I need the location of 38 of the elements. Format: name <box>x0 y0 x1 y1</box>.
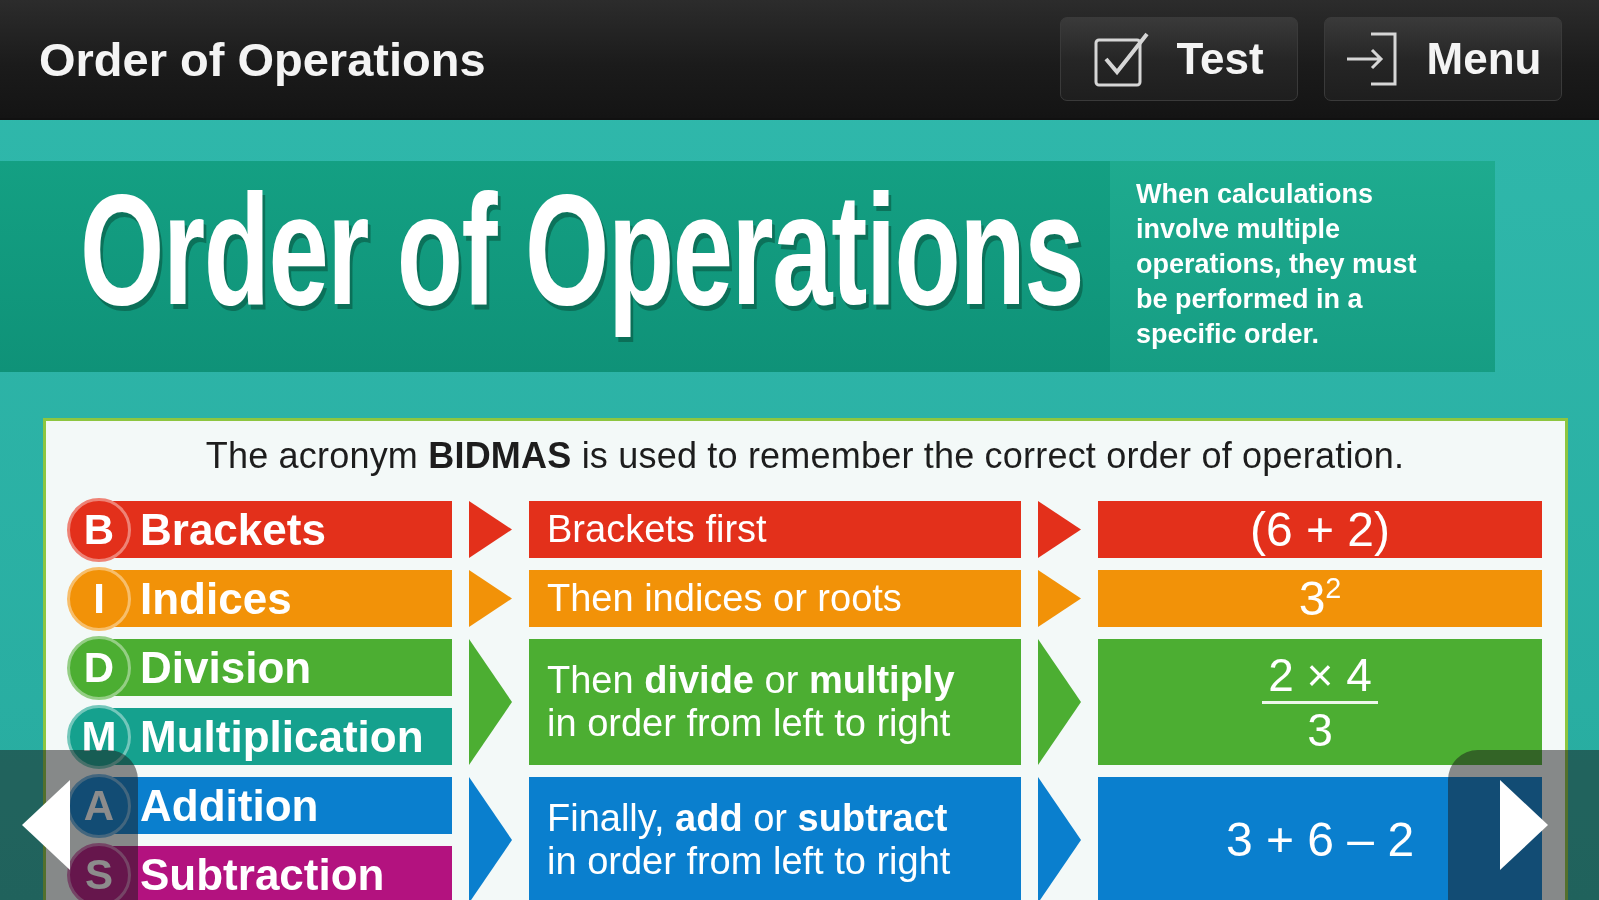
step-name: Subtraction <box>140 848 385 900</box>
previous-page-button[interactable] <box>0 750 138 900</box>
next-page-button[interactable] <box>1448 750 1599 900</box>
fraction-numerator: 2 × 4 <box>1262 648 1378 704</box>
fraction-denominator: 3 <box>1307 703 1333 756</box>
step-name: Addition <box>140 779 319 832</box>
rule-text: Then indices or roots <box>547 577 903 620</box>
initial-badge: M <box>67 704 131 769</box>
arrow-icon <box>1038 570 1081 627</box>
initial-badge: D <box>67 635 131 700</box>
arrow-icon <box>469 570 512 627</box>
rule-text: Brackets first <box>547 508 768 551</box>
step-name: Multiplication <box>140 710 424 763</box>
acronym-sentence: The acronym BIDMAS is used to remember the correct order of operation. <box>205 435 1405 477</box>
initial-badge: I <box>67 566 131 631</box>
test-button[interactable]: Test <box>1060 17 1298 101</box>
right-triangle-icon <box>1499 780 1548 870</box>
arrow-icon <box>1038 777 1081 900</box>
arrow-icon <box>469 639 512 765</box>
arrow-icon <box>469 777 512 900</box>
arrow-icon <box>1038 501 1081 558</box>
menu-button[interactable]: Menu <box>1324 17 1562 101</box>
rule-text: Finally, add or subtract in order from left to right <box>547 797 952 883</box>
example-expression: 3 + 6 – 2 <box>1225 813 1415 867</box>
initial-badge: B <box>67 497 131 562</box>
arrow-icon <box>1038 639 1081 765</box>
step-name: Brackets <box>140 503 326 556</box>
rule-text: Then divide or multiply in order from left to right <box>547 659 956 745</box>
app-title: Order of Operations <box>39 31 486 87</box>
checkbox-tick-icon <box>1094 31 1151 87</box>
step-name: Indices <box>140 572 292 625</box>
poster-title: Order of Operations <box>80 171 1085 339</box>
step-name: Division <box>140 641 312 694</box>
arrow-icon <box>469 501 512 558</box>
initial-badge: S <box>67 842 131 900</box>
intro-description: When calculations involve multiple operations, they must be performed in a specific order. <box>1136 178 1418 351</box>
example-expression: 3$^{2}$ <box>1298 571 1342 626</box>
example-expression: (6 + 2) <box>1249 502 1391 557</box>
